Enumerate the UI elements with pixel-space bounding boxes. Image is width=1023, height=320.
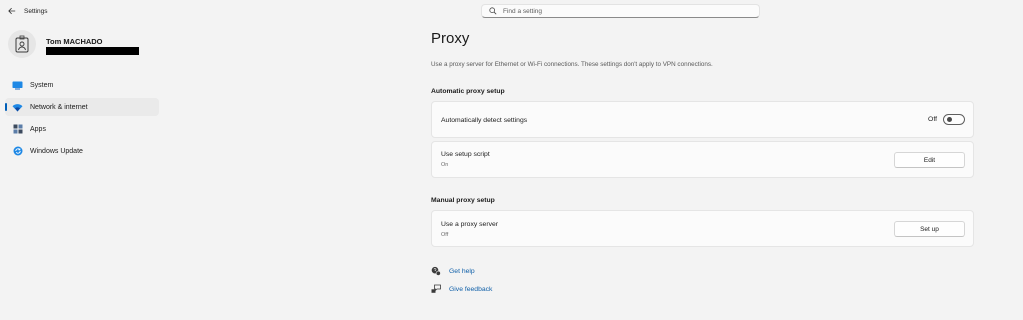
sidebar-item-label: Network & internet <box>30 103 88 111</box>
get-help-link[interactable]: Get help <box>431 266 475 276</box>
page-description: Use a proxy server for Ethernet or Wi-Fi… <box>431 61 713 68</box>
help-icon <box>431 266 441 276</box>
avatar <box>8 30 36 58</box>
title-bar: Settings <box>0 0 300 22</box>
apps-icon <box>12 124 23 135</box>
setup-script-label: Use setup script <box>441 151 490 158</box>
auto-detect-state: Off <box>928 116 937 123</box>
auto-detect-toggle-group: Off <box>928 114 965 125</box>
app-title: Settings <box>24 7 48 15</box>
proxy-server-card: Use a proxy server Off Set up <box>431 210 974 247</box>
setup-script-card: Use setup script On Edit <box>431 141 974 178</box>
search-input[interactable] <box>503 7 743 15</box>
auto-detect-toggle[interactable] <box>943 114 965 125</box>
edit-button[interactable]: Edit <box>894 152 965 168</box>
system-icon <box>12 80 23 91</box>
sidebar-item-system[interactable]: System <box>5 76 159 94</box>
sidebar-item-network-internet[interactable]: Network & internet <box>5 98 159 116</box>
sidebar-item-label: System <box>30 81 54 89</box>
network-icon <box>12 102 23 113</box>
user-email-redacted <box>46 47 139 55</box>
feedback-icon <box>431 284 441 294</box>
user-name: Tom MACHADO <box>46 37 103 46</box>
toggle-knob <box>947 117 952 122</box>
page-title: Proxy <box>431 30 470 47</box>
sidebar-item-label: Windows Update <box>30 147 83 155</box>
sidebar-item-apps[interactable]: Apps <box>5 120 159 138</box>
section-title-manual: Manual proxy setup <box>431 197 495 204</box>
give-feedback-link[interactable]: Give feedback <box>431 284 492 294</box>
search-icon <box>489 7 498 16</box>
user-profile[interactable]: Tom MACHADO <box>8 30 139 58</box>
set-up-button[interactable]: Set up <box>894 221 965 237</box>
setup-script-status: On <box>441 162 449 168</box>
active-indicator <box>5 103 7 111</box>
section-title-automatic: Automatic proxy setup <box>431 88 505 95</box>
get-help-label: Get help <box>449 267 475 275</box>
sidebar-item-windows-update[interactable]: Windows Update <box>5 142 159 160</box>
user-badge-icon <box>15 35 29 53</box>
sidebar-item-label: Apps <box>30 125 46 133</box>
windows-update-icon <box>12 146 23 157</box>
auto-detect-label: Automatically detect settings <box>441 117 528 124</box>
back-arrow-icon[interactable] <box>6 5 18 17</box>
auto-detect-card: Automatically detect settings Off <box>431 101 974 138</box>
search-box[interactable] <box>481 4 760 18</box>
proxy-server-label: Use a proxy server <box>441 221 499 228</box>
proxy-server-status: Off <box>441 232 449 238</box>
give-feedback-label: Give feedback <box>449 285 493 293</box>
sidebar-nav: System Network & internet Apps Windows U… <box>5 76 159 164</box>
